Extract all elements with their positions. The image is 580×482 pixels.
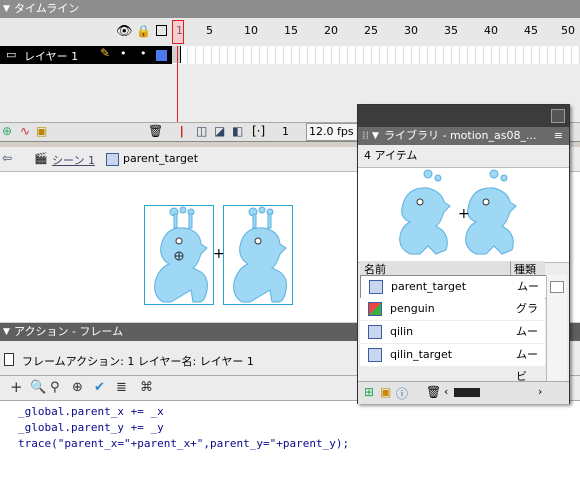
library-panel: ⁞⁞ ▼ ライブラリ - motion_as08_... ≡ 4 アイテム + … bbox=[357, 104, 570, 404]
action-info-text: フレームアクション: 1 レイヤー名: レイヤー 1 bbox=[22, 355, 254, 368]
frame-track[interactable] bbox=[172, 46, 580, 64]
library-item[interactable]: qilin ムービ bbox=[360, 321, 545, 360]
ruler-number: 30 bbox=[404, 24, 418, 37]
lock-icon[interactable]: 🔒 bbox=[136, 24, 151, 38]
code-hint-icon[interactable]: ⌘ bbox=[140, 380, 153, 395]
library-item[interactable]: penguin グラフィ bbox=[360, 298, 545, 337]
trash-icon[interactable]: 🗑 bbox=[148, 124, 163, 138]
add-folder-icon[interactable]: ▣ bbox=[36, 124, 47, 138]
collapse-arrow-icon[interactable]: ▼ bbox=[372, 127, 379, 145]
qilin-instance-right[interactable] bbox=[223, 205, 293, 305]
movieclip-icon bbox=[106, 153, 119, 166]
new-folder-icon[interactable]: ▣ bbox=[380, 385, 391, 399]
ruler-number: 5 bbox=[206, 24, 213, 37]
preview-graphic: + bbox=[399, 169, 517, 255]
ruler-number: 25 bbox=[364, 24, 378, 37]
visibility-dot[interactable]: • bbox=[120, 47, 127, 60]
onion-skin-icon[interactable]: ◫ bbox=[196, 124, 207, 138]
scroll-right-icon[interactable]: › bbox=[538, 385, 542, 398]
edit-multiple-icon[interactable]: ◧ bbox=[232, 124, 243, 138]
pencil-icon: ✎ bbox=[100, 46, 111, 60]
onion-outline-icon[interactable]: ◪ bbox=[214, 124, 225, 138]
code-line[interactable]: _global.parent_y += _y bbox=[18, 421, 164, 434]
library-title: ライブラリ - motion_as08_... bbox=[384, 129, 537, 142]
frame-doc-icon bbox=[4, 353, 14, 366]
library-window-bar[interactable] bbox=[358, 105, 569, 127]
ruler-number: 15 bbox=[284, 24, 298, 37]
item-count: 4 アイテム bbox=[364, 149, 418, 162]
back-arrow-icon[interactable]: ⇦ bbox=[2, 151, 12, 165]
new-symbol-icon[interactable]: ⊞ bbox=[364, 385, 374, 399]
library-item[interactable]: qilin_target ムービ bbox=[360, 344, 545, 383]
playhead-line bbox=[177, 46, 178, 64]
grip-icon[interactable]: ⁞⁞ bbox=[362, 127, 369, 145]
ruler-number: 35 bbox=[444, 24, 458, 37]
library-title-bar[interactable]: ⁞⁞ ▼ ライブラリ - motion_as08_... ≡ bbox=[358, 127, 569, 145]
layer-name[interactable]: レイヤー 1 bbox=[24, 48, 78, 64]
item-name: qilin_target bbox=[390, 348, 453, 361]
trash-icon[interactable]: 🗑 bbox=[426, 385, 441, 399]
collapse-arrow-icon[interactable]: ▼ bbox=[3, 323, 10, 341]
close-icon[interactable] bbox=[551, 109, 565, 123]
library-scrollbar[interactable] bbox=[546, 275, 567, 387]
timeline-title: タイムライン bbox=[14, 2, 80, 15]
lock-dot[interactable]: • bbox=[140, 47, 147, 60]
qilin-instance-left[interactable] bbox=[144, 205, 214, 305]
scene-link[interactable]: シーン 1 bbox=[52, 152, 95, 168]
movieclip-icon bbox=[369, 280, 383, 294]
graphic-icon bbox=[368, 302, 382, 316]
item-name: parent_target bbox=[391, 280, 467, 293]
fps-display[interactable]: 12.0 fps bbox=[306, 123, 358, 141]
layer-color-box[interactable] bbox=[156, 50, 167, 61]
check-syntax-icon[interactable]: ✔ bbox=[94, 380, 105, 395]
code-editor[interactable]: _global.parent_x += _x _global.parent_y … bbox=[0, 401, 580, 482]
qilin-graphic bbox=[233, 206, 287, 303]
svg-text:+: + bbox=[458, 206, 470, 222]
ruler-number: 50 bbox=[561, 24, 575, 37]
library-footer: ⊞ ▣ ⓘ 🗑 ‹ › bbox=[358, 381, 569, 404]
library-column-header: 名前 種類 bbox=[360, 261, 545, 277]
options-menu-icon[interactable]: ≡ bbox=[554, 127, 563, 145]
layer-row[interactable]: ▭ レイヤー 1 ✎ • • bbox=[0, 46, 172, 64]
playhead-line bbox=[177, 64, 178, 122]
item-name: qilin bbox=[390, 325, 414, 338]
add-action-icon[interactable]: + bbox=[10, 378, 23, 396]
scroll-thumb[interactable] bbox=[550, 281, 564, 293]
horizontal-scroll-thumb[interactable] bbox=[454, 388, 480, 397]
code-line[interactable]: trace("parent_x="+parent_x+",parent_y="+… bbox=[18, 437, 349, 450]
onion-markers-icon[interactable]: [·] bbox=[252, 124, 265, 138]
target-path-icon[interactable]: ⊕ bbox=[72, 380, 83, 395]
collapse-arrow-icon[interactable]: ▼ bbox=[3, 0, 10, 18]
item-name: penguin bbox=[390, 302, 435, 315]
add-guide-icon[interactable]: ∿ bbox=[20, 124, 30, 138]
eye-icon[interactable]: 👁 bbox=[116, 24, 133, 39]
symbol-breadcrumb[interactable]: parent_target bbox=[123, 152, 198, 165]
timeline-panel-title[interactable]: ▼ タイムライン bbox=[0, 0, 580, 18]
library-item[interactable]: parent_target ムービ bbox=[360, 275, 547, 315]
playhead[interactable] bbox=[172, 20, 184, 44]
code-line[interactable]: _global.parent_x += _x bbox=[18, 405, 164, 418]
ruler-number: 40 bbox=[484, 24, 498, 37]
movieclip-icon bbox=[368, 348, 382, 362]
outline-icon[interactable] bbox=[156, 25, 167, 36]
qilin-graphic bbox=[154, 206, 208, 303]
ruler-number: 45 bbox=[524, 24, 538, 37]
center-frame-icon[interactable]: ǀ bbox=[180, 124, 184, 138]
add-layer-icon[interactable]: ⊕ bbox=[2, 124, 12, 138]
ruler-number: 20 bbox=[324, 24, 338, 37]
ruler-number: 10 bbox=[244, 24, 258, 37]
library-preview: + bbox=[358, 167, 569, 263]
find-icon[interactable]: 🔍 bbox=[30, 380, 46, 395]
properties-icon[interactable]: ⓘ bbox=[396, 385, 408, 402]
scene-icon: 🎬 bbox=[34, 152, 48, 165]
current-frame: 1 bbox=[282, 125, 289, 138]
timeline-header: 👁 🔒 1 5 10 15 20 25 30 35 40 45 50 bbox=[0, 18, 580, 47]
layer-icon: ▭ bbox=[6, 48, 17, 61]
auto-format-icon[interactable]: ≣ bbox=[116, 380, 127, 395]
actions-title: アクション - フレーム bbox=[14, 325, 124, 338]
replace-icon[interactable]: ⚲ bbox=[50, 380, 60, 395]
movieclip-icon bbox=[368, 325, 382, 339]
scroll-left-icon[interactable]: ‹ bbox=[444, 385, 448, 398]
